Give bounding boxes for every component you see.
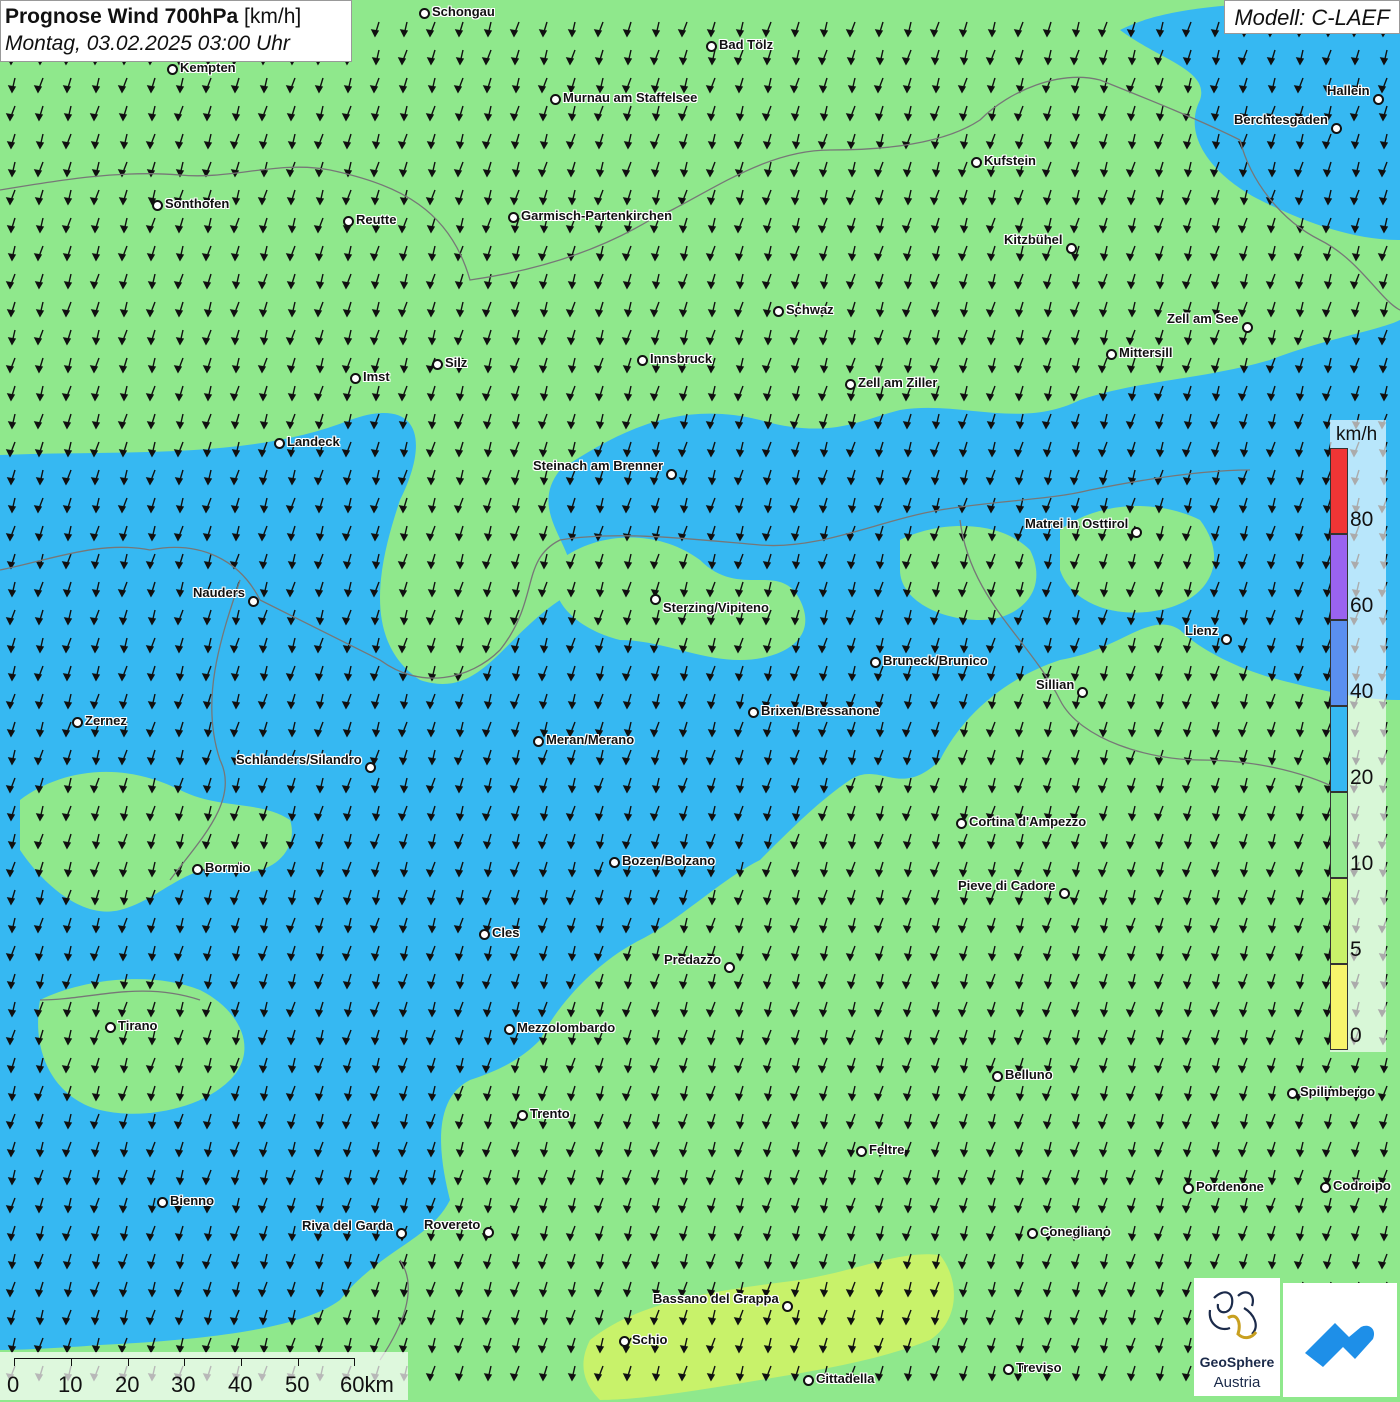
city-label: Landeck	[287, 434, 340, 449]
city-marker	[192, 864, 203, 875]
city-label: Kitzbühel	[1004, 232, 1063, 247]
city-marker	[419, 8, 430, 19]
city-label: Schlanders/Silandro	[236, 752, 362, 767]
city-label: Mezzolombardo	[517, 1020, 615, 1035]
city-label: Murnau am Staffelsee	[563, 90, 697, 105]
forecast-datetime: Montag, 03.02.2025 03:00 Uhr	[5, 30, 347, 58]
city-label: Cles	[492, 925, 519, 940]
city-marker	[343, 216, 354, 227]
title-panel: Prognose Wind 700hPa [km/h] Montag, 03.0…	[0, 0, 352, 62]
city-marker	[1077, 687, 1088, 698]
city-marker	[274, 438, 285, 449]
city-marker	[1066, 243, 1077, 254]
city-marker	[1242, 322, 1253, 333]
city-label: Sonthofen	[165, 196, 229, 211]
city-marker	[856, 1146, 867, 1157]
city-marker	[248, 596, 259, 607]
city-label: Hallein	[1327, 83, 1370, 98]
city-marker	[479, 929, 490, 940]
city-marker	[350, 373, 361, 384]
city-marker	[508, 212, 519, 223]
city-marker	[971, 157, 982, 168]
city-marker	[666, 469, 677, 480]
city-label: Zell am See	[1167, 311, 1239, 326]
city-label: Meran/Merano	[546, 732, 634, 747]
city-label: Mittersill	[1119, 345, 1172, 360]
city-marker	[773, 306, 784, 317]
city-label: Matrei in Osttirol	[1025, 516, 1128, 531]
city-marker	[1287, 1088, 1298, 1099]
city-label: Nauders	[193, 585, 245, 600]
city-label: Tirano	[118, 1018, 158, 1033]
city-label: Cortina d'Ampezzo	[969, 814, 1086, 829]
city-marker	[533, 736, 544, 747]
city-label: Bormio	[205, 860, 251, 875]
city-label: Bad Tölz	[719, 37, 773, 52]
city-label: Sterzing/Vipiteno	[663, 600, 769, 615]
city-marker	[1331, 123, 1342, 134]
city-label: Pieve di Cadore	[958, 878, 1056, 893]
city-marker	[748, 707, 759, 718]
city-marker	[105, 1022, 116, 1033]
city-label: Zernez	[85, 713, 127, 728]
city-marker	[432, 359, 443, 370]
city-marker	[1183, 1183, 1194, 1194]
city-marker	[72, 717, 83, 728]
city-marker	[152, 200, 163, 211]
city-marker	[1221, 634, 1232, 645]
city-marker	[1106, 349, 1117, 360]
city-marker	[724, 962, 735, 973]
city-label: Bruneck/Brunico	[883, 653, 988, 668]
city-label: Kempten	[180, 60, 236, 75]
model-label: Modell: C-LAEF	[1224, 0, 1400, 34]
city-label: Steinach am Brenner	[533, 458, 663, 473]
map-title: Prognose Wind 700hPa [km/h]	[5, 4, 347, 30]
city-marker	[1059, 888, 1070, 899]
city-marker	[550, 94, 561, 105]
city-label: Berchtesgaden	[1234, 112, 1328, 127]
city-marker	[167, 64, 178, 75]
city-label: Predazzo	[664, 952, 721, 967]
city-marker	[845, 379, 856, 390]
city-label: Garmisch-Partenkirchen	[521, 208, 672, 223]
city-label: Trento	[530, 1106, 570, 1121]
city-marker	[870, 657, 881, 668]
city-label: Reutte	[356, 212, 396, 227]
city-marker	[1131, 527, 1142, 538]
city-marker	[365, 762, 376, 773]
city-marker	[1373, 94, 1384, 105]
city-marker	[609, 857, 620, 868]
city-label: Zell am Ziller	[858, 375, 937, 390]
city-marker	[706, 41, 717, 52]
city-marker	[637, 355, 648, 366]
title-unit: [km/h]	[238, 5, 301, 28]
city-label: Lienz	[1185, 623, 1218, 638]
city-label: Sillian	[1036, 677, 1074, 692]
city-marker	[956, 818, 967, 829]
city-label: Schongau	[432, 4, 495, 19]
city-label: Innsbruck	[650, 351, 712, 366]
city-label: Imst	[363, 369, 390, 384]
city-label: Pordenone	[1196, 1179, 1264, 1194]
city-label: Feltre	[869, 1142, 904, 1157]
city-label: Schwaz	[786, 302, 834, 317]
title-main: Prognose Wind 700hPa	[5, 5, 238, 28]
city-marker	[650, 594, 661, 605]
city-label: Silz	[445, 355, 467, 370]
city-marker	[517, 1110, 528, 1121]
city-marker	[504, 1024, 515, 1035]
city-label: Kufstein	[984, 153, 1036, 168]
city-label: Spilimbergo	[1300, 1084, 1375, 1099]
city-label: Brixen/Bressanone	[761, 703, 880, 718]
city-label: Belluno	[1005, 1067, 1053, 1082]
city-marker	[992, 1071, 1003, 1082]
city-label: Bozen/Bolzano	[622, 853, 715, 868]
